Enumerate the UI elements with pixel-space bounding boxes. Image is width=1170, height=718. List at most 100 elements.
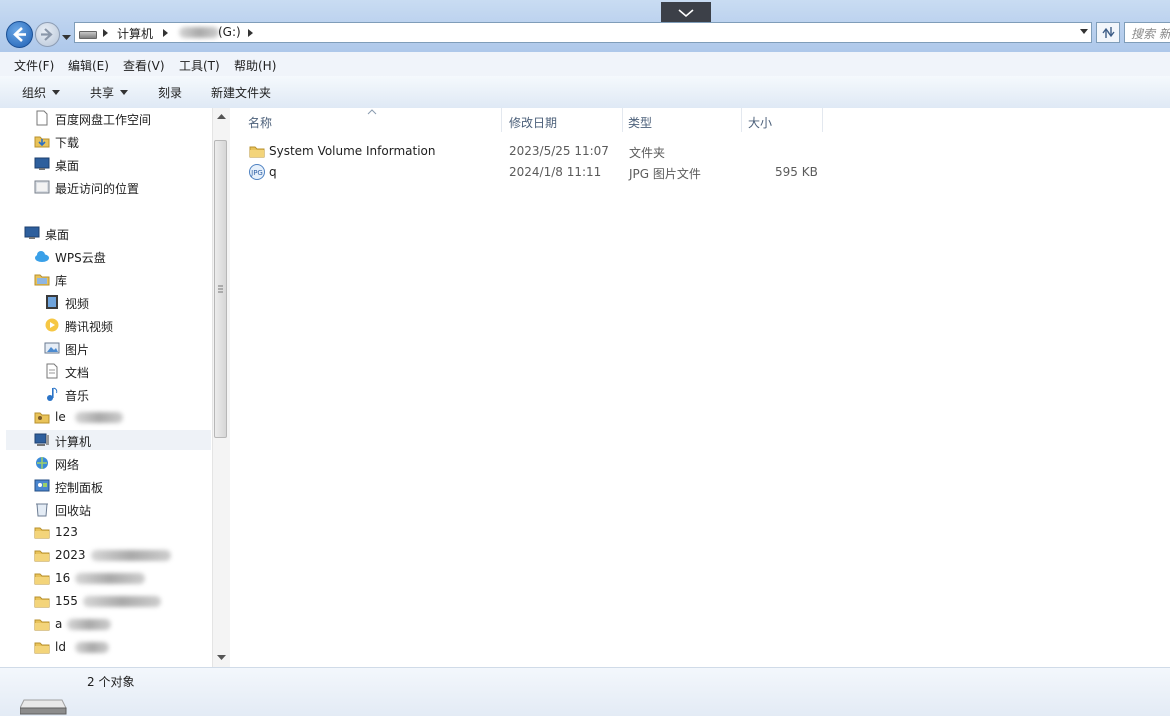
address-history-dropdown[interactable] [1080,29,1088,34]
tencent-video-icon [44,317,60,333]
nav-item-21[interactable]: 155 [34,591,205,611]
nav-item-label: 2023 [55,548,86,562]
redacted-text [75,412,123,423]
breadcrumb-computer[interactable]: 计算机 [117,25,153,42]
menu-help[interactable]: 帮助(H) [234,57,276,74]
video-icon [44,294,60,310]
menu-file[interactable]: 文件(F) [14,57,54,74]
network-icon [34,455,50,471]
nav-item-17[interactable]: 回收站 [34,499,205,519]
folder-icon [34,570,50,586]
nav-item-11[interactable]: 文档 [44,361,205,381]
arrow-left-icon [13,27,26,42]
nav-item-2[interactable]: 下载 [34,131,205,151]
nav-item-label: a [55,617,63,631]
pictures-icon [44,340,60,356]
menu-edit[interactable]: 编辑(E) [68,57,109,74]
nav-item-1[interactable]: 百度网盘工作空间 [34,108,205,128]
folder-icon [34,639,50,655]
recent-pages-dropdown[interactable] [62,30,71,44]
cloud-icon [34,248,50,264]
nav-item-6[interactable]: WPS云盘 [34,246,205,266]
breadcrumb-drive[interactable]: (G:) [218,25,241,39]
nav-item-4[interactable]: 最近访问的位置 [34,177,205,197]
nav-item-3[interactable]: 桌面 [34,154,205,174]
chevron-down-icon [120,90,129,95]
file-row[interactable]: JPG q 2024/1/8 11:11 JPG 图片文件 595 KB [246,162,826,182]
file-date: 2024/1/8 11:11 [509,165,602,179]
nav-item-14[interactable]: 计算机 [6,430,211,450]
forward-button[interactable] [35,22,60,47]
column-header-type[interactable]: 类型 [622,108,742,132]
file-name: q [269,165,277,179]
chevron-right-icon[interactable] [248,29,253,37]
redacted-text [83,596,161,607]
nav-item-8[interactable]: 视频 [44,292,205,312]
nav-item-16[interactable]: 控制面板 [34,476,205,496]
chevron-right-icon[interactable] [103,29,108,37]
menu-bar: 文件(F) 编辑(E) 查看(V) 工具(T) 帮助(H) [0,52,1170,77]
control-panel-icon [34,478,50,494]
refresh-button[interactable] [1096,22,1120,43]
chevron-right-icon[interactable] [163,29,168,37]
address-input[interactable]: 计算机 (G:) [74,22,1092,43]
nav-item-19[interactable]: 2023 [34,545,205,565]
command-bar: 组织 共享 刻录 新建文件夹 [0,76,1170,109]
new-folder-button[interactable]: 新建文件夹 [211,84,271,101]
nav-item-23[interactable]: ld [34,637,205,657]
file-size: 595 KB [775,165,818,179]
menu-view[interactable]: 查看(V) [123,57,165,74]
nav-item-label: 控制面板 [55,481,104,495]
nav-item-label: 计算机 [55,435,92,449]
nav-item-7[interactable]: 库 [34,269,205,289]
nav-item-22[interactable]: a [34,614,205,634]
nav-item-9[interactable]: 腾讯视频 [44,315,205,335]
back-button[interactable] [6,21,33,48]
organize-button[interactable]: 组织 [22,84,61,101]
nav-item-label: 最近访问的位置 [55,182,140,196]
column-header-size[interactable]: 大小 [742,108,823,132]
organize-label: 组织 [22,86,47,100]
file-name: System Volume Information [269,144,436,158]
nav-item-18[interactable]: 123 [34,522,205,542]
nav-item-12[interactable]: 音乐 [44,384,205,404]
nav-scrollbar-thumb[interactable] [214,140,227,438]
share-label: 共享 [90,86,115,100]
library-icon [34,271,50,287]
status-item-count: 2 个对象 [87,675,135,689]
redacted-drive-name [179,27,219,38]
file-list-pane[interactable]: 名称 修改日期 类型 大小 System Volume Information … [230,108,1170,667]
menu-tools[interactable]: 工具(T) [179,57,220,74]
share-button[interactable]: 共享 [90,84,129,101]
file-row[interactable]: System Volume Information 2023/5/25 11:0… [246,141,826,161]
grip-icon [218,285,223,293]
scroll-up-icon[interactable] [214,111,229,121]
column-header-date[interactable]: 修改日期 [503,108,623,132]
nav-item-label: 百度网盘工作空间 [55,113,152,127]
search-input[interactable]: 搜索 新 [1124,22,1170,43]
folder-icon [249,143,265,162]
folder-icon [34,547,50,563]
desktop-icon [34,156,50,172]
nav-item-13[interactable]: le [34,407,205,427]
burn-button[interactable]: 刻录 [158,84,182,101]
nav-item-5[interactable]: 桌面 [24,223,205,243]
nav-item-10[interactable]: 图片 [44,338,205,358]
desktop-icon [24,225,40,241]
nav-item-20[interactable]: 16 [34,568,205,588]
nav-item-label: le [55,410,66,424]
nav-item-15[interactable]: 网络 [34,453,205,473]
recycle-bin-icon [34,501,50,517]
nav-item-label: 155 [55,594,78,608]
nav-item-label: 123 [55,525,78,539]
file-date: 2023/5/25 11:07 [509,144,609,158]
music-icon [44,386,60,402]
chevron-down-icon [52,90,61,95]
nav-item-label: 桌面 [55,159,80,173]
recent-places-icon [34,179,50,195]
user-folder-icon [34,409,50,425]
nav-item-label: 库 [55,274,68,288]
arrow-right-icon [41,28,53,41]
column-header-name[interactable]: 名称 [242,108,502,132]
scroll-down-icon[interactable] [214,653,229,663]
